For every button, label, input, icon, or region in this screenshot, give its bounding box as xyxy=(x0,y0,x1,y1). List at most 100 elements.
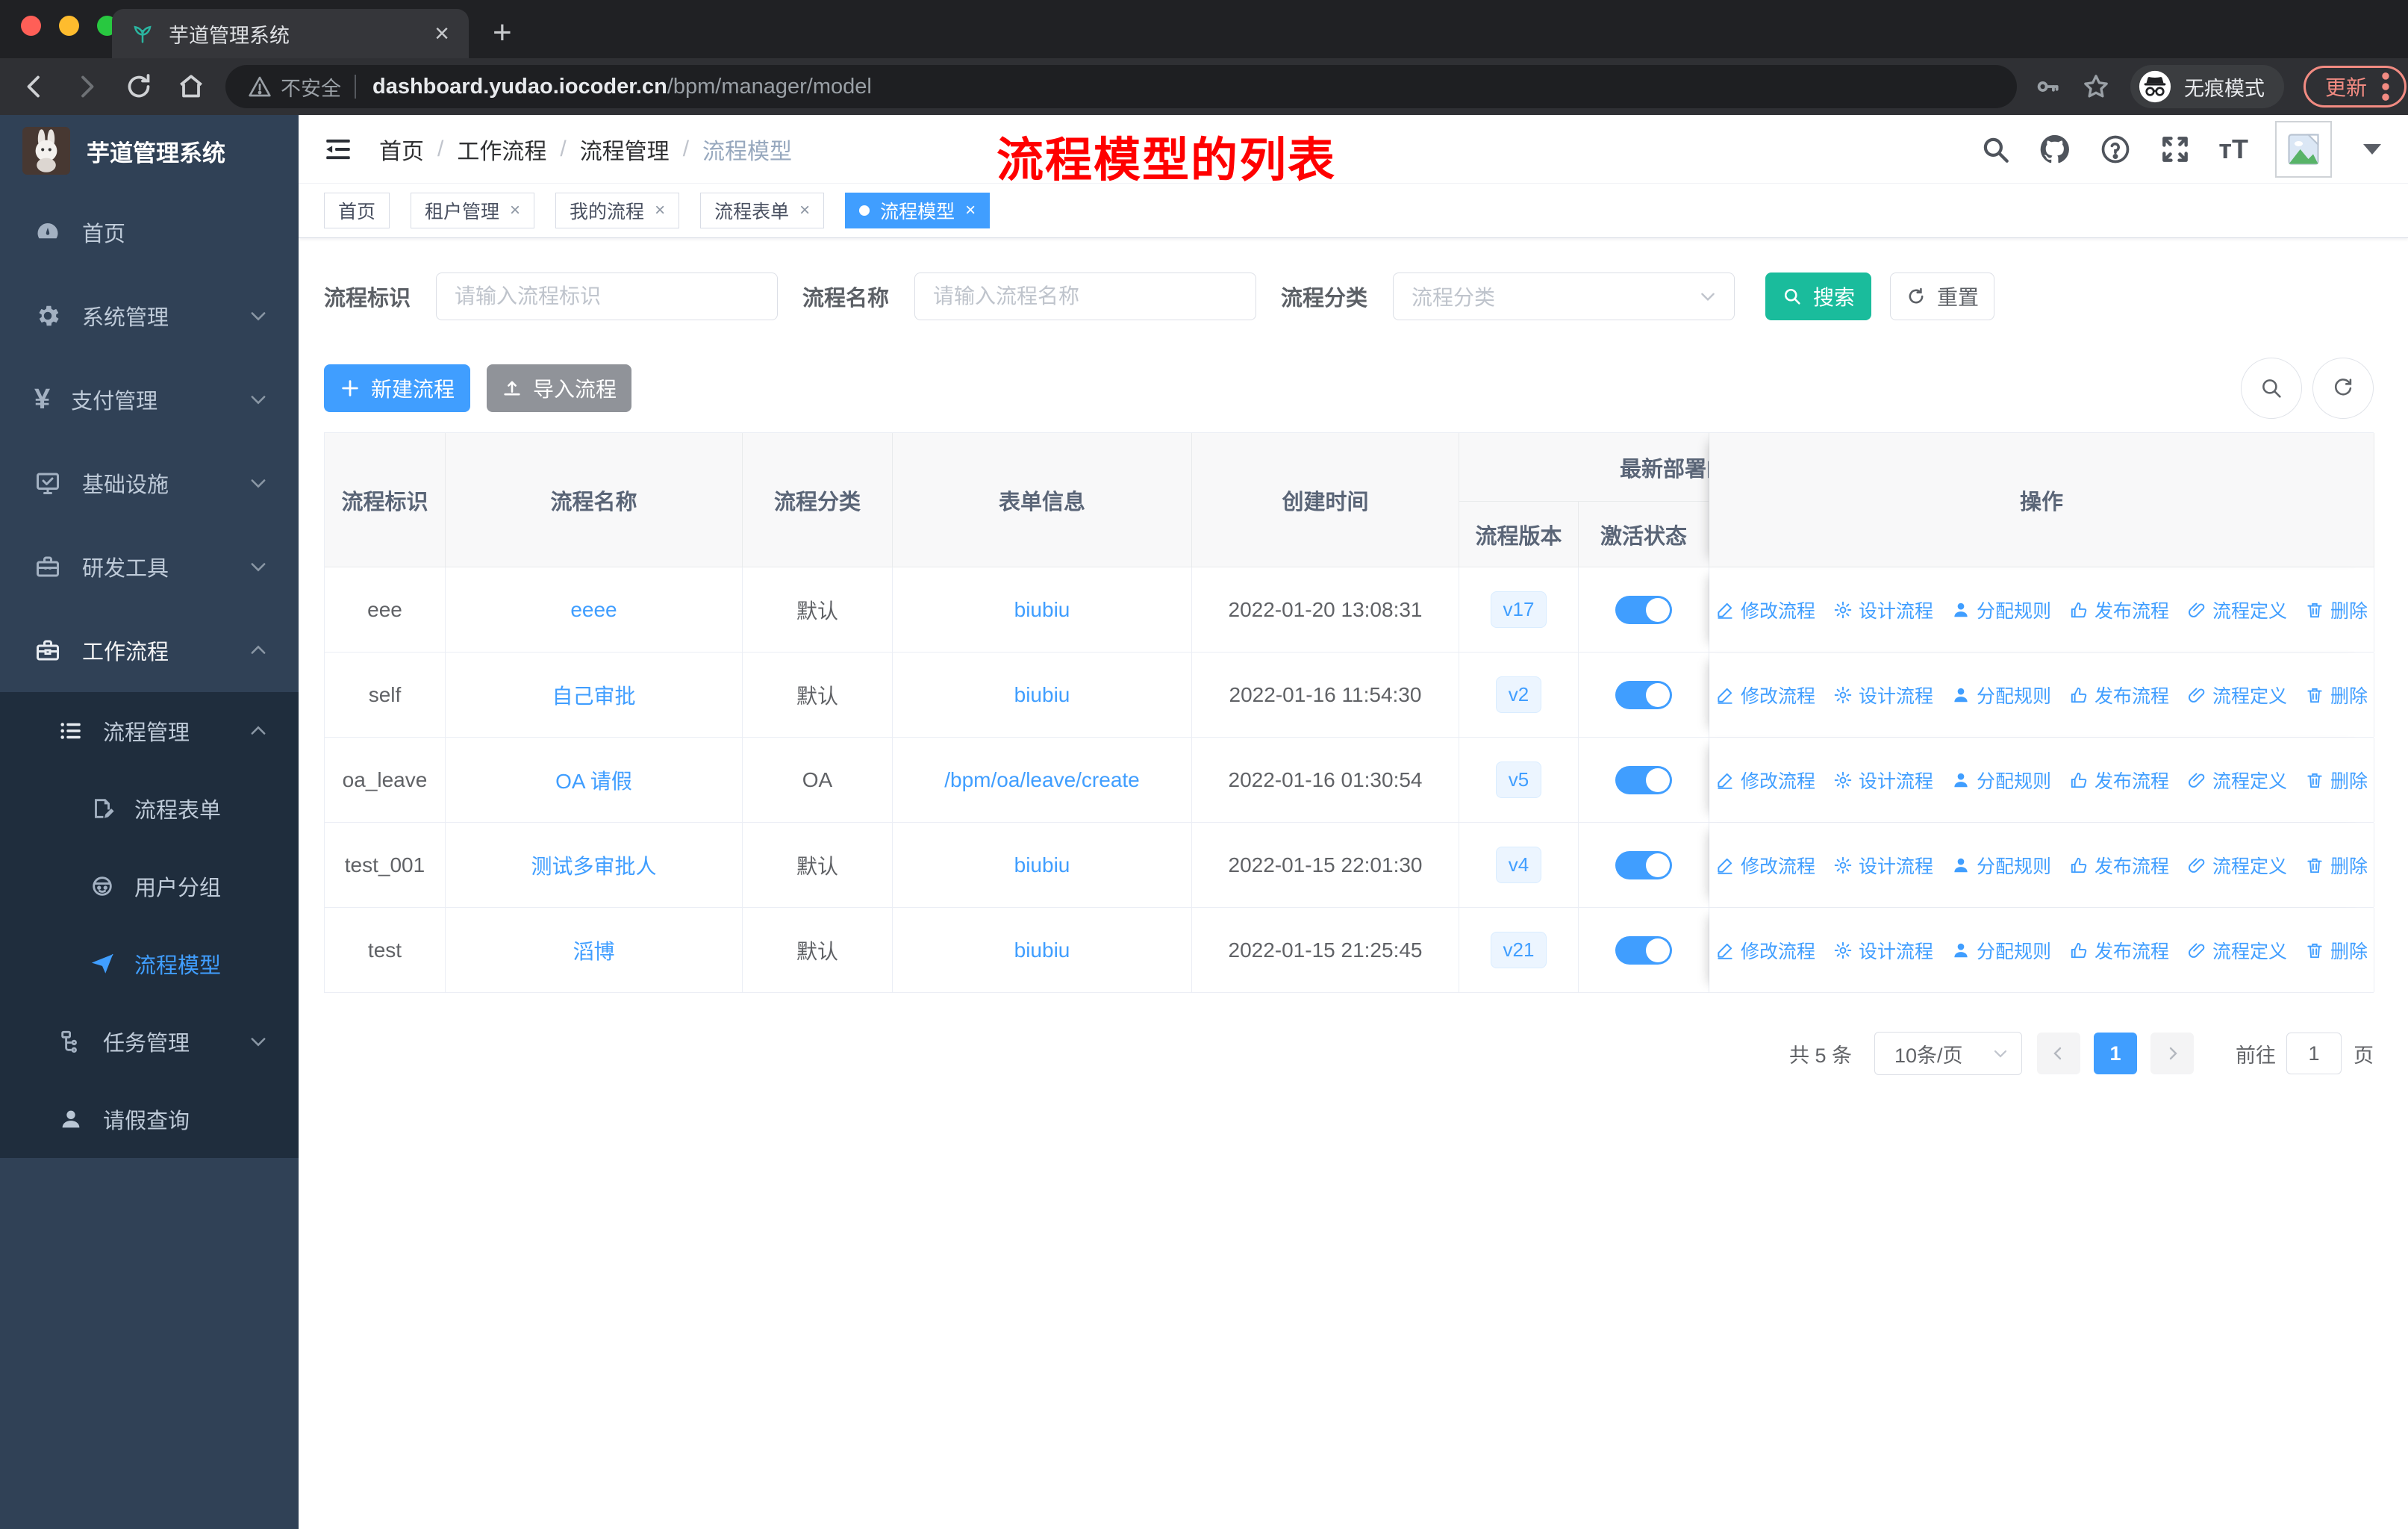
process-category-select[interactable]: 流程分类 xyxy=(1393,273,1735,320)
process-id-input[interactable] xyxy=(436,273,779,320)
goto-page-input[interactable] xyxy=(2286,1033,2342,1074)
close-window-button[interactable] xyxy=(21,16,41,36)
collapse-sidebar-button[interactable] xyxy=(322,134,354,165)
design-process-action[interactable]: 设计流程 xyxy=(1833,852,1933,879)
model-name-link[interactable]: 自己审批 xyxy=(552,680,635,710)
minimize-window-button[interactable] xyxy=(59,16,79,36)
sidebar-item-user-group[interactable]: 用户分组 xyxy=(0,847,299,925)
security-label[interactable]: 不安全 xyxy=(281,72,341,102)
breadcrumb-workflow[interactable]: 工作流程 xyxy=(457,133,546,166)
process-definition-action[interactable]: 流程定义 xyxy=(2187,937,2287,964)
import-process-button[interactable]: 导入流程 xyxy=(487,364,631,412)
search-icon[interactable] xyxy=(1980,134,2011,165)
model-name-link[interactable]: 测试多审批人 xyxy=(531,850,656,880)
modify-process-action[interactable]: 修改流程 xyxy=(1715,682,1815,709)
next-page-button[interactable] xyxy=(2150,1033,2194,1074)
close-icon[interactable]: × xyxy=(655,200,665,221)
tab-close-icon[interactable]: × xyxy=(434,21,449,46)
version-badge[interactable]: v21 xyxy=(1490,932,1547,968)
sidebar-item-infrastructure[interactable]: 基础设施 xyxy=(0,441,299,525)
update-button[interactable]: 更新 xyxy=(2303,66,2407,108)
modify-process-action[interactable]: 修改流程 xyxy=(1715,937,1815,964)
process-definition-action[interactable]: 流程定义 xyxy=(2187,597,2287,623)
reload-button[interactable] xyxy=(124,72,154,102)
avatar[interactable] xyxy=(2275,120,2332,178)
breadcrumb-home[interactable]: 首页 xyxy=(379,133,424,166)
table-search-button[interactable] xyxy=(2241,358,2302,419)
modify-process-action[interactable]: 修改流程 xyxy=(1715,852,1815,879)
sidebar-item-process-model[interactable]: 流程模型 xyxy=(0,925,299,1003)
model-name-link[interactable]: 滔博 xyxy=(573,935,614,965)
assign-rule-action[interactable]: 分配规则 xyxy=(1951,767,2051,794)
publish-process-action[interactable]: 发布流程 xyxy=(2069,767,2169,794)
design-process-action[interactable]: 设计流程 xyxy=(1833,682,1933,709)
address-bar[interactable]: 不安全 dashboard.yudao.iocoder.cn/bpm/manag… xyxy=(225,65,2017,108)
fullscreen-icon[interactable] xyxy=(2159,133,2192,166)
version-badge[interactable]: v4 xyxy=(1495,847,1542,883)
sidebar-item-process-form[interactable]: 流程表单 xyxy=(0,770,299,847)
active-toggle[interactable] xyxy=(1615,680,1672,709)
publish-process-action[interactable]: 发布流程 xyxy=(2069,852,2169,879)
help-icon[interactable] xyxy=(2099,133,2132,166)
publish-process-action[interactable]: 发布流程 xyxy=(2069,682,2169,709)
new-tab-button[interactable]: + xyxy=(493,16,512,49)
page-size-select[interactable]: 10条/页 xyxy=(1874,1032,2022,1075)
active-toggle[interactable] xyxy=(1615,765,1672,794)
caret-down-icon[interactable] xyxy=(2363,143,2381,155)
modify-process-action[interactable]: 修改流程 xyxy=(1715,767,1815,794)
active-toggle[interactable] xyxy=(1615,850,1672,879)
process-definition-action[interactable]: 流程定义 xyxy=(2187,767,2287,794)
font-size-icon[interactable]: тT xyxy=(2218,134,2248,165)
sidebar-item-leave-query[interactable]: 请假查询 xyxy=(0,1080,299,1158)
close-icon[interactable]: × xyxy=(510,200,520,221)
breadcrumb-process-management[interactable]: 流程管理 xyxy=(580,133,670,166)
page-1-button[interactable]: 1 xyxy=(2094,1033,2137,1074)
active-toggle[interactable] xyxy=(1615,935,1672,965)
form-info-link[interactable]: biubiu xyxy=(1014,938,1070,962)
delete-action[interactable]: 删除 xyxy=(2305,937,2368,964)
model-name-link[interactable]: eeee xyxy=(570,598,617,622)
sidebar-item-system[interactable]: 系统管理 xyxy=(0,274,299,358)
modify-process-action[interactable]: 修改流程 xyxy=(1715,597,1815,623)
tag-process-form[interactable]: 流程表单 × xyxy=(700,193,825,228)
create-process-button[interactable]: 新建流程 xyxy=(324,364,470,412)
publish-process-action[interactable]: 发布流程 xyxy=(2069,937,2169,964)
process-definition-action[interactable]: 流程定义 xyxy=(2187,682,2287,709)
form-info-link[interactable]: biubiu xyxy=(1014,683,1070,707)
design-process-action[interactable]: 设计流程 xyxy=(1833,597,1933,623)
version-badge[interactable]: v17 xyxy=(1490,591,1547,628)
design-process-action[interactable]: 设计流程 xyxy=(1833,767,1933,794)
close-icon[interactable]: × xyxy=(965,200,976,221)
form-info-link[interactable]: biubiu xyxy=(1014,598,1070,622)
sidebar-item-home[interactable]: 首页 xyxy=(0,190,299,274)
browser-tab[interactable]: 芋道管理系统 × xyxy=(112,9,469,58)
prev-page-button[interactable] xyxy=(2037,1033,2080,1074)
assign-rule-action[interactable]: 分配规则 xyxy=(1951,682,2051,709)
form-info-link[interactable]: biubiu xyxy=(1014,853,1070,877)
process-definition-action[interactable]: 流程定义 xyxy=(2187,852,2287,879)
kebab-menu-icon[interactable] xyxy=(2380,70,2391,103)
active-toggle[interactable] xyxy=(1615,595,1672,624)
github-icon[interactable] xyxy=(2038,132,2072,166)
version-badge[interactable]: v2 xyxy=(1495,676,1542,713)
form-info-link[interactable]: /bpm/oa/leave/create xyxy=(944,768,1140,792)
publish-process-action[interactable]: 发布流程 xyxy=(2069,597,2169,623)
forward-button[interactable] xyxy=(72,72,102,102)
sidebar-item-payment[interactable]: ¥ 支付管理 xyxy=(0,358,299,441)
back-button[interactable] xyxy=(19,72,49,102)
search-button[interactable]: 搜索 xyxy=(1765,273,1872,320)
delete-action[interactable]: 删除 xyxy=(2305,852,2368,879)
sidebar-item-dev-tools[interactable]: 研发工具 xyxy=(0,525,299,608)
tag-tenant-management[interactable]: 租户管理 × xyxy=(411,193,535,228)
sidebar-item-workflow[interactable]: 工作流程 xyxy=(0,608,299,692)
sidebar-item-task-management[interactable]: 任务管理 xyxy=(0,1003,299,1080)
delete-action[interactable]: 删除 xyxy=(2305,767,2368,794)
reset-button[interactable]: 重置 xyxy=(1890,273,1995,320)
model-name-link[interactable]: OA 请假 xyxy=(555,765,632,795)
close-icon[interactable]: × xyxy=(799,200,810,221)
delete-action[interactable]: 删除 xyxy=(2305,597,2368,623)
home-button[interactable] xyxy=(176,72,206,102)
tag-process-model[interactable]: 流程模型 × xyxy=(845,193,991,228)
assign-rule-action[interactable]: 分配规则 xyxy=(1951,937,2051,964)
process-name-input[interactable] xyxy=(914,273,1257,320)
